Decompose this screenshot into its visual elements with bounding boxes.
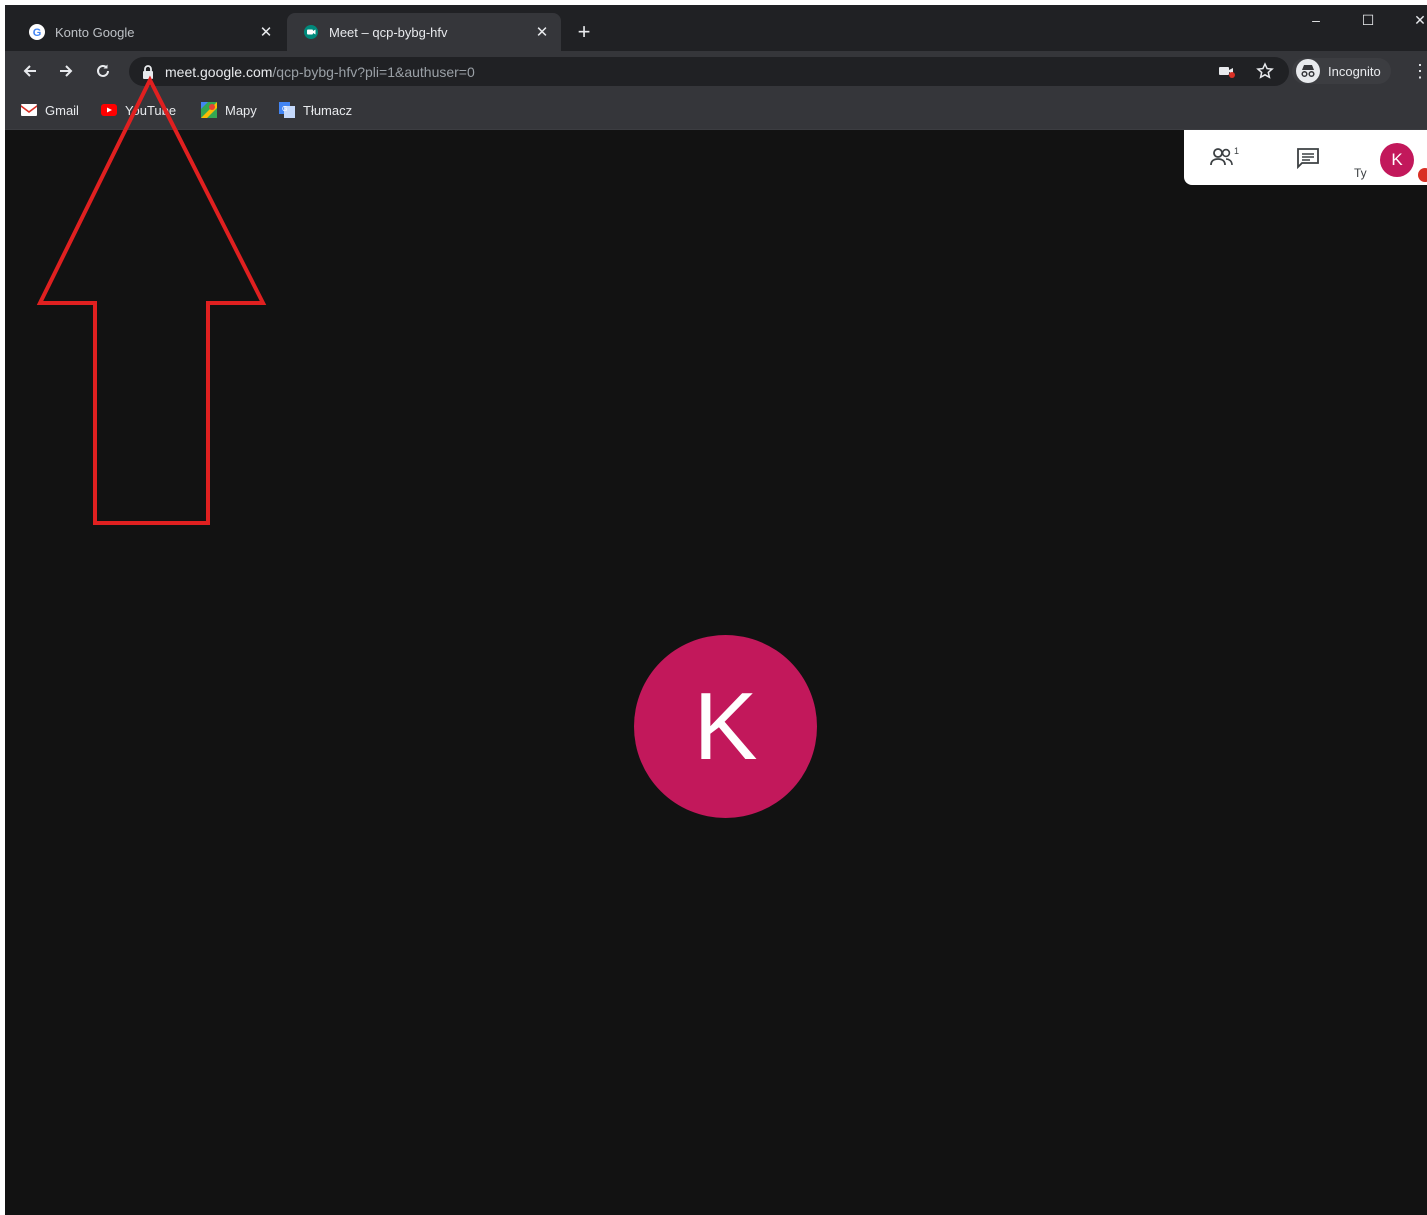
bookmark-mapy[interactable]: Mapy bbox=[201, 100, 257, 120]
bookmark-youtube[interactable]: YouTube bbox=[101, 100, 176, 120]
minimize-icon[interactable]: – bbox=[1293, 5, 1339, 35]
incognito-indicator[interactable]: Incognito bbox=[1292, 58, 1391, 84]
lock-icon[interactable] bbox=[141, 64, 155, 79]
tab-meet[interactable]: Meet – qcp-bybg-hfv ✕ bbox=[287, 13, 561, 51]
incognito-icon bbox=[1296, 59, 1320, 83]
svg-text:G: G bbox=[282, 106, 287, 113]
google-g-icon: G bbox=[29, 24, 45, 40]
close-window-icon[interactable]: ✕ bbox=[1397, 5, 1427, 35]
maximize-icon[interactable]: ☐ bbox=[1345, 5, 1391, 35]
url-path: /qcp-bybg-hfv?pli=1&authuser=0 bbox=[272, 63, 475, 80]
url-text: meet.google.com/qcp-bybg-hfv?pli=1&authu… bbox=[165, 64, 475, 80]
meet-icon bbox=[303, 24, 319, 40]
bookmark-label: YouTube bbox=[125, 102, 177, 118]
bookmark-tlumacz[interactable]: G Tłumacz bbox=[279, 100, 352, 120]
bookmark-label: Mapy bbox=[225, 102, 257, 118]
meet-top-panel: 1 Ty K bbox=[1184, 130, 1427, 185]
bookmark-label: Tłumacz bbox=[303, 102, 353, 118]
people-icon: 1 bbox=[1210, 146, 1239, 166]
bookmark-gmail[interactable]: Gmail bbox=[21, 100, 79, 120]
youtube-icon bbox=[101, 102, 117, 118]
tab-title: Meet – qcp-bybg-hfv bbox=[329, 24, 448, 40]
gmail-icon bbox=[21, 102, 37, 118]
participants-button[interactable]: 1 bbox=[1208, 142, 1240, 174]
forward-arrow-icon[interactable] bbox=[53, 58, 79, 84]
browser-window: G Konto Google ✕ Meet – qcp-bybg-hfv ✕ +… bbox=[5, 5, 1427, 1215]
back-arrow-icon[interactable] bbox=[17, 58, 43, 84]
translate-icon: G bbox=[279, 102, 295, 118]
user-avatar[interactable]: K bbox=[1380, 143, 1414, 177]
tab-title: Konto Google bbox=[55, 24, 135, 40]
maps-icon bbox=[201, 102, 217, 118]
new-tab-button[interactable]: + bbox=[571, 19, 597, 45]
bookmarks-bar: Gmail YouTube Mapy G Tłumacz bbox=[5, 91, 1427, 130]
url-host: meet.google.com bbox=[165, 63, 273, 80]
close-tab-icon[interactable]: ✕ bbox=[533, 23, 551, 41]
camera-blocked-icon[interactable] bbox=[1215, 59, 1239, 83]
address-bar[interactable]: meet.google.com/qcp-bybg-hfv?pli=1&authu… bbox=[129, 57, 1289, 86]
incognito-label: Incognito bbox=[1328, 63, 1381, 79]
tab-konto-google[interactable]: G Konto Google ✕ bbox=[13, 13, 285, 51]
you-label: Ty bbox=[1354, 166, 1367, 180]
close-tab-icon[interactable]: ✕ bbox=[257, 23, 275, 41]
chat-icon bbox=[1297, 148, 1319, 169]
participant-avatar: K bbox=[634, 635, 817, 818]
svg-text:G: G bbox=[33, 27, 42, 39]
participant-count: 1 bbox=[1234, 146, 1239, 156]
more-menu-icon[interactable]: ⋮ bbox=[1411, 59, 1427, 83]
tab-strip: G Konto Google ✕ Meet – qcp-bybg-hfv ✕ +… bbox=[5, 5, 1427, 51]
bookmark-label: Gmail bbox=[45, 102, 79, 118]
reload-icon[interactable] bbox=[90, 58, 116, 84]
chat-button[interactable] bbox=[1292, 142, 1324, 174]
star-icon[interactable] bbox=[1253, 59, 1277, 83]
browser-toolbar: meet.google.com/qcp-bybg-hfv?pli=1&authu… bbox=[5, 51, 1427, 91]
mic-off-indicator-icon bbox=[1418, 168, 1427, 182]
